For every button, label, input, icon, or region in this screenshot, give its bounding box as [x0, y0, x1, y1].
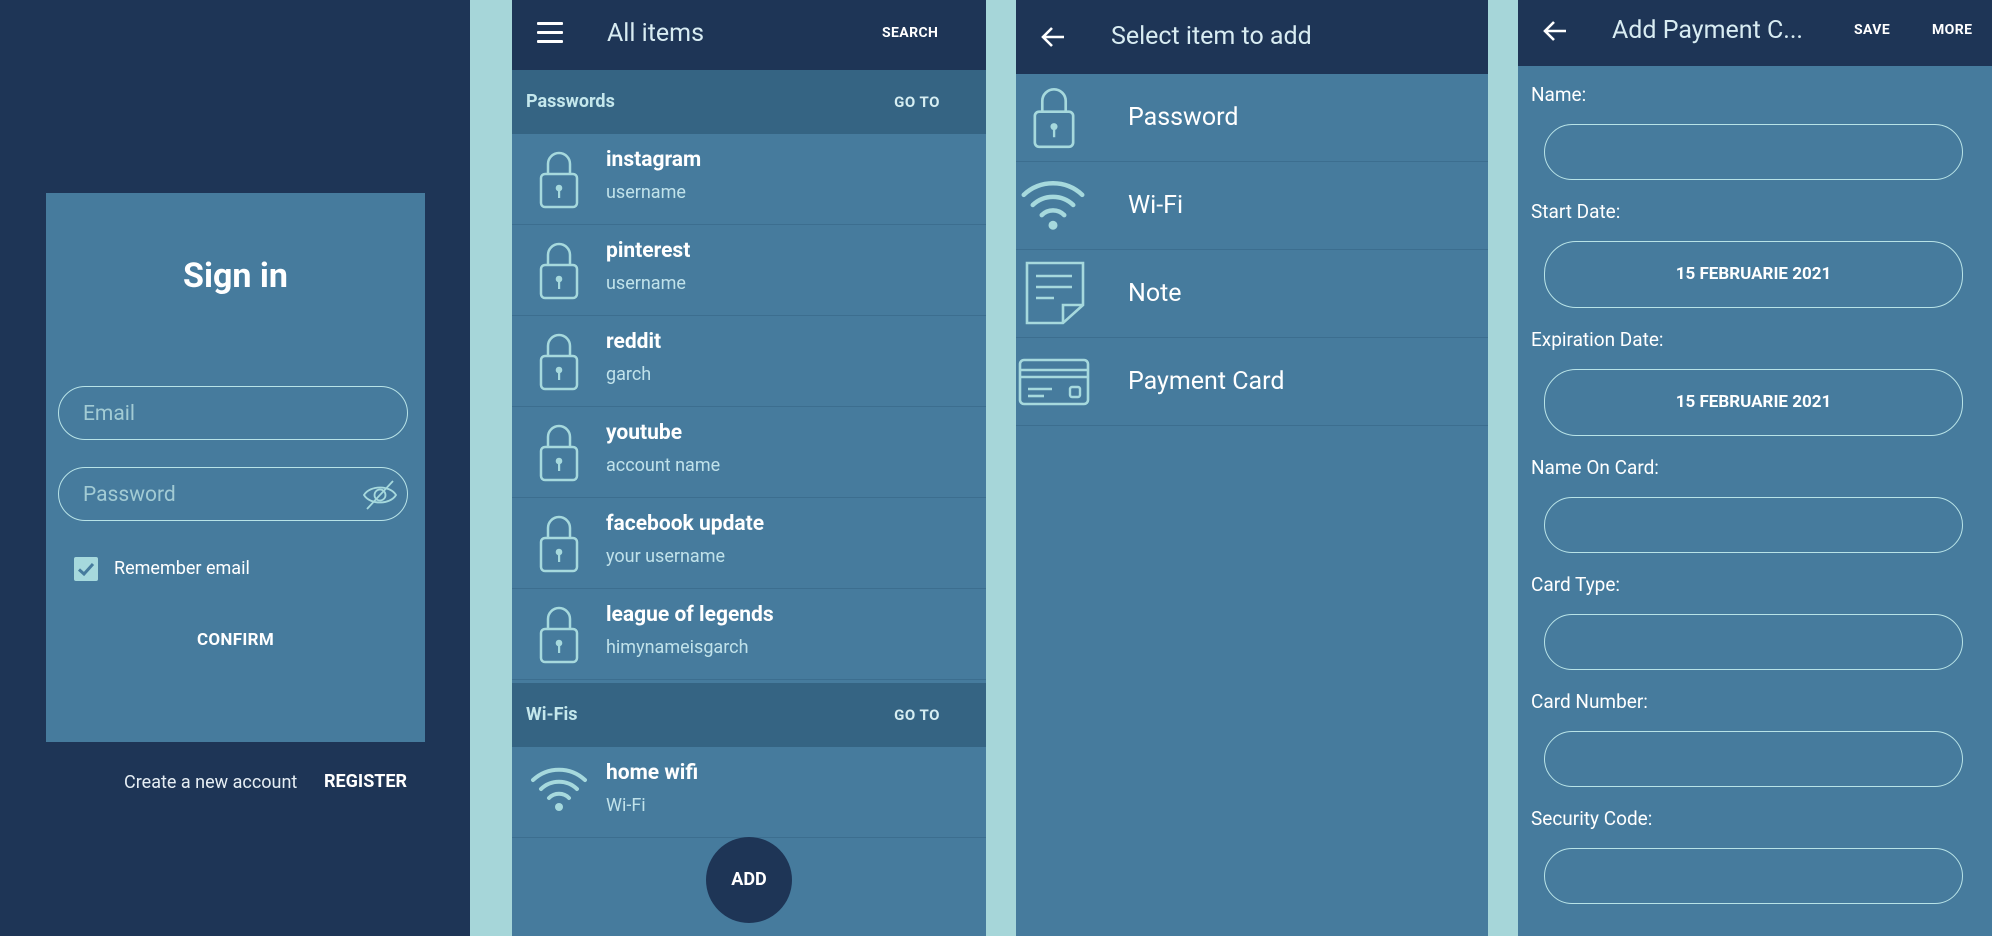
app-bar: Add Payment C... SAVE MORE — [1518, 0, 1992, 66]
item-subtitle: garch — [606, 364, 652, 385]
option-label: Note — [1128, 279, 1182, 308]
item-subtitle: account name — [606, 455, 721, 476]
list-item[interactable]: facebook update your username — [512, 498, 986, 589]
item-name: pinterest — [606, 239, 691, 263]
hamburger-icon[interactable] — [537, 22, 563, 46]
back-arrow-icon[interactable] — [1040, 24, 1066, 50]
list-item[interactable]: youtube account name — [512, 407, 986, 498]
page-title: All items — [607, 19, 705, 48]
select-option-note[interactable]: Note — [1016, 250, 1488, 338]
option-label: Wi-Fi — [1128, 191, 1184, 220]
sign-in-screen: Sign in Email Password Remember email CO… — [0, 0, 470, 936]
list-item[interactable]: home wifi Wi-Fi — [512, 747, 986, 838]
lock-icon — [539, 606, 579, 664]
card-number-label: Card Number: — [1531, 690, 1648, 713]
name-field[interactable] — [1544, 124, 1963, 180]
lock-icon — [539, 424, 579, 482]
expiration-date-label: Expiration Date: — [1531, 328, 1664, 351]
app-bar: Select item to add — [1016, 0, 1488, 74]
list-item[interactable]: pinterest username — [512, 225, 986, 316]
lock-icon — [539, 242, 579, 300]
remember-email-label: Remember email — [114, 558, 250, 579]
more-button[interactable]: MORE — [1932, 22, 1972, 38]
page-title: Select item to add — [1111, 22, 1312, 51]
register-button[interactable]: REGISTER — [324, 771, 407, 792]
password-input[interactable]: Password — [58, 467, 408, 521]
sign-in-title: Sign in — [183, 256, 288, 296]
list-item[interactable]: reddit garch — [512, 316, 986, 407]
item-subtitle: username — [606, 182, 686, 203]
name-label: Name: — [1531, 83, 1587, 106]
add-button[interactable]: ADD — [706, 837, 792, 923]
checkmark-icon — [77, 562, 95, 577]
card-number-field[interactable] — [1544, 731, 1963, 787]
list-item[interactable]: league of legends himynameisgarch — [512, 589, 986, 680]
select-item-screen: Select item to add Password Wi-Fi Note P… — [1016, 0, 1488, 936]
card-type-label: Card Type: — [1531, 573, 1621, 596]
select-option-wifi[interactable]: Wi-Fi — [1016, 162, 1488, 250]
item-name: home wifi — [606, 761, 699, 785]
expiration-date-picker[interactable]: 15 FEBRUARIE 2021 — [1544, 369, 1963, 436]
all-items-screen: All items SEARCH Passwords GO TO instagr… — [512, 0, 986, 936]
save-button[interactable]: SAVE — [1854, 22, 1890, 38]
item-name: reddit — [606, 330, 662, 354]
select-option-password[interactable]: Password — [1016, 74, 1488, 162]
app-bar: All items SEARCH — [512, 0, 986, 70]
start-date-picker[interactable]: 15 FEBRUARIE 2021 — [1544, 241, 1963, 308]
email-input[interactable]: Email — [58, 386, 408, 440]
search-button[interactable]: SEARCH — [882, 25, 938, 41]
list-item[interactable]: instagram username — [512, 134, 986, 225]
note-icon — [1025, 261, 1085, 325]
confirm-button[interactable]: CONFIRM — [46, 630, 425, 650]
lock-icon — [539, 151, 579, 209]
item-name: league of legends — [606, 603, 774, 627]
option-label: Password — [1128, 103, 1239, 132]
lock-icon — [1033, 88, 1075, 149]
option-label: Payment Card — [1128, 367, 1285, 396]
wifi-icon — [531, 767, 587, 811]
section-title: Passwords — [526, 91, 615, 112]
section-header-wifis: Wi-Fis GO TO — [512, 683, 986, 747]
item-subtitle: Wi-Fi — [606, 795, 646, 816]
goto-passwords-button[interactable]: GO TO — [894, 70, 940, 134]
add-payment-card-screen: Add Payment C... SAVE MORE Name: Start D… — [1518, 0, 1992, 936]
item-name: facebook update — [606, 512, 765, 536]
security-code-label: Security Code: — [1531, 807, 1653, 830]
credit-card-icon — [1018, 358, 1090, 406]
eye-off-icon[interactable] — [361, 476, 399, 514]
name-on-card-label: Name On Card: — [1531, 456, 1659, 479]
sign-in-card: Sign in Email Password Remember email CO… — [46, 193, 425, 742]
section-title: Wi-Fis — [526, 704, 578, 725]
item-subtitle: your username — [606, 546, 726, 567]
lock-icon — [539, 333, 579, 391]
wifi-icon — [1021, 181, 1085, 230]
item-name: instagram — [606, 148, 702, 172]
start-date-label: Start Date: — [1531, 200, 1621, 223]
remember-email-checkbox[interactable] — [74, 557, 98, 581]
page-title: Add Payment C... — [1612, 16, 1804, 45]
security-code-field[interactable] — [1544, 848, 1963, 904]
item-subtitle: username — [606, 273, 686, 294]
name-on-card-field[interactable] — [1544, 497, 1963, 553]
goto-wifis-button[interactable]: GO TO — [894, 683, 940, 747]
password-placeholder: Password — [83, 483, 176, 507]
lock-icon — [539, 515, 579, 573]
select-option-payment-card[interactable]: Payment Card — [1016, 338, 1488, 426]
item-name: youtube — [606, 421, 683, 445]
card-type-field[interactable] — [1544, 614, 1963, 670]
section-header-passwords: Passwords GO TO — [512, 70, 986, 134]
item-subtitle: himynameisgarch — [606, 637, 749, 658]
create-account-text: Create a new account — [124, 772, 298, 793]
back-arrow-icon[interactable] — [1542, 18, 1568, 44]
email-placeholder: Email — [83, 402, 135, 426]
